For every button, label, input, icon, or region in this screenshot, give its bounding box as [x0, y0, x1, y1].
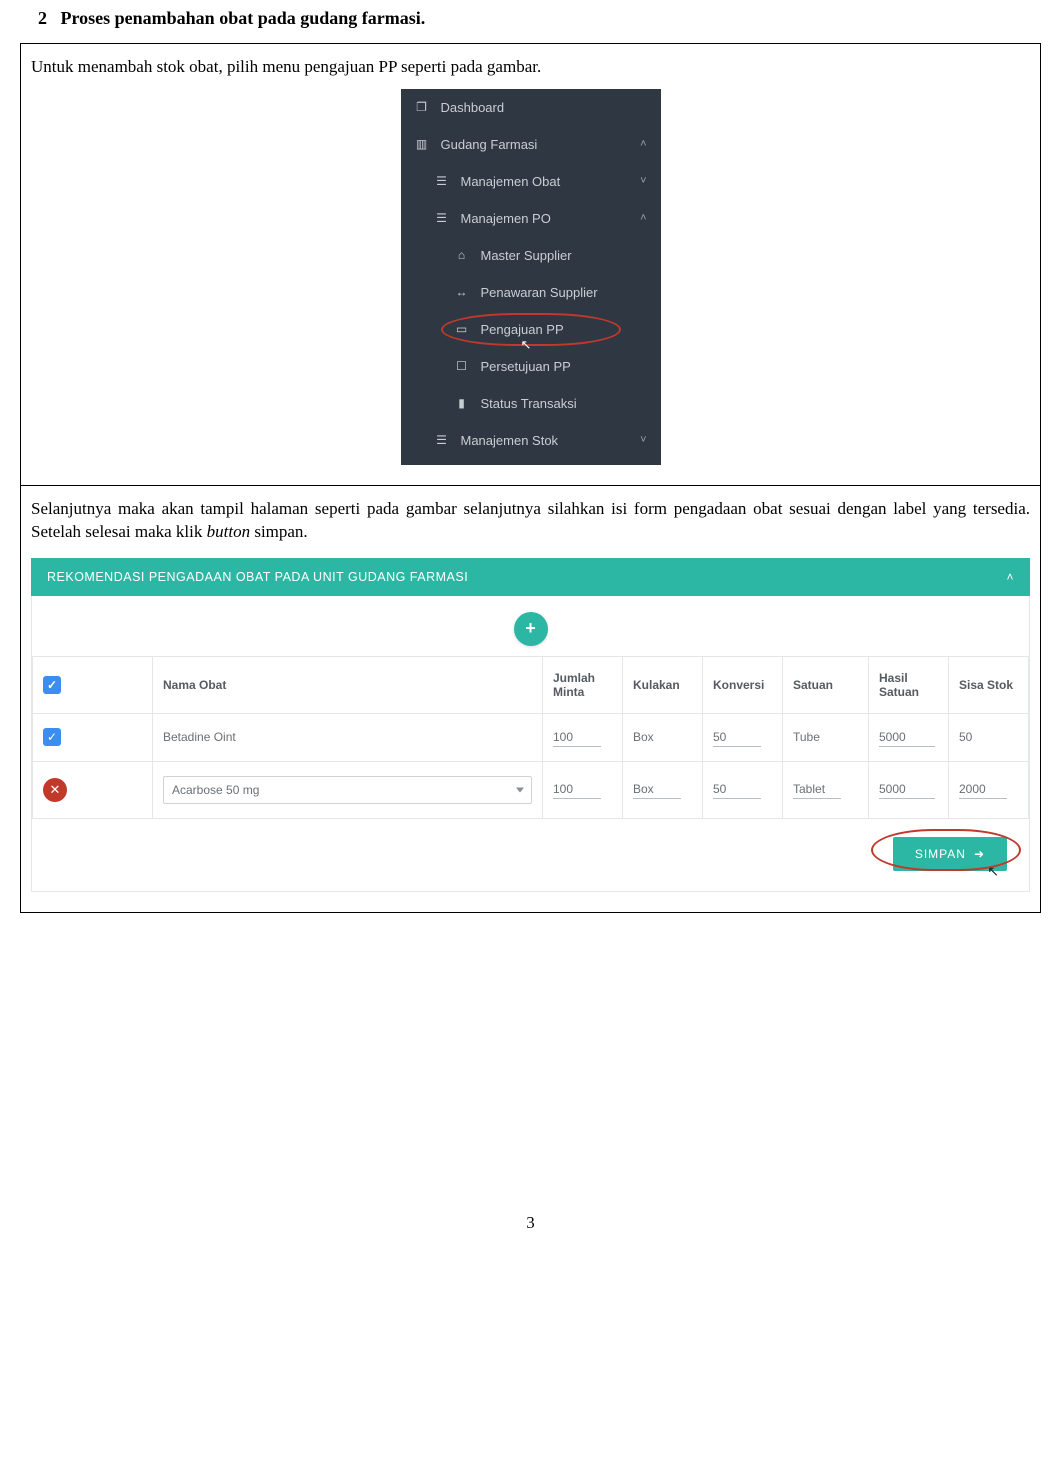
nav-master-supplier[interactable]: ⌂ Master Supplier: [401, 237, 661, 274]
para2-part-b: simpan.: [250, 522, 308, 541]
table-row: ✕ Acarbose 50 mg: [33, 761, 1029, 818]
cell-sisa: [949, 761, 1029, 818]
nav-label: Manajemen Obat: [461, 174, 561, 189]
th-check: ✓: [33, 656, 153, 713]
table-row: ✓ Betadine Oint Box Tube: [33, 713, 1029, 761]
cell-kulakan: Box: [623, 713, 703, 761]
th-satuan: Satuan: [783, 656, 869, 713]
nav-label: Master Supplier: [481, 248, 572, 263]
nav-pengajuan-pp[interactable]: ▭ Pengajuan PP ↖: [401, 311, 661, 348]
sidebar-screenshot: ❐ Dashboard ▥ Gudang Farmasi ˄ ☰ Manajem…: [31, 89, 1030, 465]
row-checkbox[interactable]: ✓: [43, 728, 61, 746]
th-nama-obat: Nama Obat: [153, 656, 543, 713]
th-sisa-stok: Sisa Stok: [949, 656, 1029, 713]
chevron-up-icon: ˄: [640, 138, 646, 150]
exchange-icon: ↔: [455, 285, 469, 299]
cursor-icon: ↖: [987, 863, 999, 880]
cell-satuan: [783, 761, 869, 818]
nama-obat-text: Betadine Oint: [163, 730, 236, 744]
cell-hasil: [869, 761, 949, 818]
kulakan-input[interactable]: [633, 780, 681, 799]
store-icon: ⌂: [455, 248, 469, 262]
para2-part-a: Selanjutnya maka akan tampil halaman sep…: [31, 499, 1030, 541]
hasil-input[interactable]: [879, 728, 935, 747]
nav-manajemen-po[interactable]: ☰ Manajemen PO ˄: [401, 200, 661, 237]
nav-label: Penawaran Supplier: [481, 285, 598, 300]
paragraph-1: Untuk menambah stok obat, pilih menu pen…: [31, 56, 1030, 79]
list-icon: ☰: [435, 433, 449, 447]
cell-satuan: Tube: [783, 713, 869, 761]
panel-title: REKOMENDASI PENGADAAN OBAT PADA UNIT GUD…: [47, 570, 468, 584]
th-jumlah-minta: Jumlah Minta: [543, 656, 623, 713]
th-hasil-satuan: Hasil Satuan: [869, 656, 949, 713]
section-box-2: Selanjutnya maka akan tampil halaman sep…: [20, 486, 1041, 913]
table-header-row: ✓ Nama Obat Jumlah Minta Kulakan Konvers…: [33, 656, 1029, 713]
cell-nama: Acarbose 50 mg: [153, 761, 543, 818]
th-konversi: Konversi: [703, 656, 783, 713]
satuan-input[interactable]: [793, 780, 841, 799]
cell-check: ✓: [33, 713, 153, 761]
remove-button[interactable]: ✕: [43, 778, 67, 802]
nav-label: Manajemen PO: [461, 211, 551, 226]
cell-nama: Betadine Oint: [153, 713, 543, 761]
cell-jumlah: [543, 761, 623, 818]
chevron-down-icon: ˅: [640, 434, 646, 446]
save-label: SIMPAN: [915, 847, 966, 861]
konversi-input[interactable]: [713, 780, 761, 799]
nav-label: Dashboard: [441, 100, 505, 115]
jumlah-input[interactable]: [553, 728, 601, 747]
hasil-input[interactable]: [879, 780, 935, 799]
nav-manajemen-obat[interactable]: ☰ Manajemen Obat ˅: [401, 163, 661, 200]
chevron-down-icon: ˅: [640, 175, 646, 187]
nav-dashboard[interactable]: ❐ Dashboard: [401, 89, 661, 126]
th-kulakan: Kulakan: [623, 656, 703, 713]
add-row: +: [32, 596, 1029, 656]
panel-screenshot: REKOMENDASI PENGADAAN OBAT PADA UNIT GUD…: [31, 558, 1030, 892]
jumlah-input[interactable]: [553, 780, 601, 799]
nav-label: Gudang Farmasi: [441, 137, 538, 152]
obat-table: ✓ Nama Obat Jumlah Minta Kulakan Konvers…: [32, 656, 1029, 819]
dashboard-icon: ❐: [415, 100, 429, 114]
sidebar-menu: ❐ Dashboard ▥ Gudang Farmasi ˄ ☰ Manajem…: [401, 89, 661, 465]
heading-number: 2: [38, 8, 47, 28]
cell-konversi: [703, 713, 783, 761]
save-row: SIMPAN ➜ ↖: [32, 819, 1029, 871]
nav-persetujuan-pp[interactable]: ☐ Persetujuan PP: [401, 348, 661, 385]
cell-remove: ✕: [33, 761, 153, 818]
list-icon: ☰: [435, 174, 449, 188]
cell-sisa: 50: [949, 713, 1029, 761]
panel-header[interactable]: REKOMENDASI PENGADAAN OBAT PADA UNIT GUD…: [31, 558, 1030, 596]
cell-hasil: [869, 713, 949, 761]
heading-text: Proses penambahan obat pada gudang farma…: [61, 8, 426, 28]
nav-manajemen-stok[interactable]: ☰ Manajemen Stok ˅: [401, 422, 661, 459]
doc-icon: ☐: [455, 359, 469, 373]
section-box-1: Untuk menambah stok obat, pilih menu pen…: [20, 43, 1041, 486]
cell-jumlah: [543, 713, 623, 761]
checkbox-header[interactable]: ✓: [43, 676, 61, 694]
nav-label: Status Transaksi: [481, 396, 577, 411]
nav-status-transaksi[interactable]: ▮ Status Transaksi: [401, 385, 661, 422]
section-heading: 2 Proses penambahan obat pada gudang far…: [20, 8, 1041, 29]
add-button[interactable]: +: [514, 612, 548, 646]
page-number: 3: [20, 1213, 1041, 1233]
paragraph-2: Selanjutnya maka akan tampil halaman sep…: [31, 498, 1030, 544]
chevron-up-icon: ˄: [1006, 570, 1014, 584]
nav-gudang-farmasi[interactable]: ▥ Gudang Farmasi ˄: [401, 126, 661, 163]
list-icon: ☰: [435, 211, 449, 225]
cell-kulakan: [623, 761, 703, 818]
cell-konversi: [703, 761, 783, 818]
nav-label: Manajemen Stok: [461, 433, 559, 448]
chevron-up-icon: ˄: [640, 212, 646, 224]
arrow-right-icon: ➜: [974, 847, 985, 861]
nama-obat-select[interactable]: Acarbose 50 mg: [163, 776, 532, 804]
nav-label: Persetujuan PP: [481, 359, 571, 374]
para2-button-word: button: [207, 522, 250, 541]
panel-body: + ✓ Nama Obat Jumlah Minta Kulakan Konve…: [31, 596, 1030, 892]
sisa-input[interactable]: [959, 780, 1007, 799]
konversi-input[interactable]: [713, 728, 761, 747]
nav-penawaran-supplier[interactable]: ↔ Penawaran Supplier: [401, 274, 661, 311]
building-icon: ▥: [415, 137, 429, 151]
bookmark-icon: ▮: [455, 396, 469, 410]
